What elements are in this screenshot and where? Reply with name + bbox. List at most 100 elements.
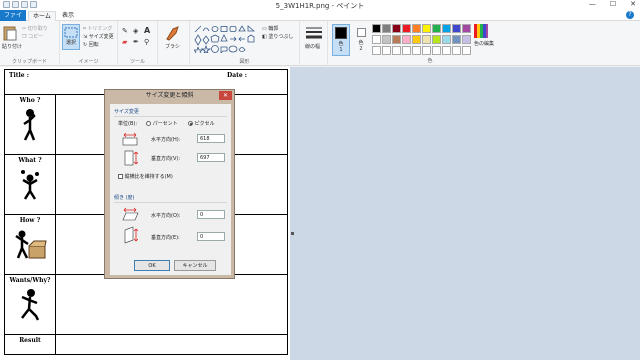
- pencil-icon[interactable]: ✎: [122, 27, 128, 35]
- color2-sub: 2: [359, 46, 363, 52]
- copy-icon: ❐: [22, 34, 27, 40]
- custom-color-slot[interactable]: [422, 46, 431, 55]
- custom-color-slot[interactable]: [392, 46, 401, 55]
- line-width-icon: [306, 27, 322, 39]
- how-label: How ?: [19, 217, 41, 224]
- help-icon[interactable]: ?: [626, 11, 634, 19]
- palette-color-swatch[interactable]: [432, 35, 441, 44]
- doc-row-who: Who ?: [4, 94, 56, 155]
- vertical-input[interactable]: 697: [197, 153, 225, 162]
- line-width-label[interactable]: 線の幅: [305, 43, 320, 50]
- edit-colors-button[interactable]: 色の編集: [474, 24, 494, 47]
- paste-label[interactable]: 貼り付け: [2, 43, 22, 50]
- shapes-gallery-icon[interactable]: [194, 25, 258, 53]
- palette-color-swatch[interactable]: [382, 24, 391, 33]
- thinking-figure-icon: [23, 109, 36, 141]
- tab-home[interactable]: ホーム: [28, 11, 56, 21]
- rotate-button[interactable]: ↻ 回転: [83, 41, 99, 48]
- brush-button[interactable]: [164, 25, 182, 41]
- copy-button[interactable]: ❐ コピー: [22, 33, 43, 40]
- text-tool-icon[interactable]: A: [144, 26, 150, 35]
- eraser-icon[interactable]: ▰: [122, 38, 127, 46]
- custom-color-slot[interactable]: [382, 46, 391, 55]
- palette-color-swatch[interactable]: [392, 24, 401, 33]
- dialog-close-button[interactable]: ✕: [219, 91, 232, 100]
- cancel-button[interactable]: キャンセル: [174, 260, 216, 271]
- palette-color-swatch[interactable]: [412, 35, 421, 44]
- palette-color-swatch[interactable]: [442, 35, 451, 44]
- palette-color-swatch[interactable]: [462, 24, 471, 33]
- palette-color-swatch[interactable]: [432, 24, 441, 33]
- magnifier-icon[interactable]: ⚲: [144, 38, 149, 46]
- doc-row-how: How ?: [4, 214, 56, 275]
- palette-color-swatch[interactable]: [382, 35, 391, 44]
- palette-color-swatch[interactable]: [412, 24, 421, 33]
- vertical-skew-icon: [124, 226, 138, 244]
- minimize-button[interactable]: —: [589, 0, 596, 8]
- percent-label: パーセント: [152, 121, 178, 127]
- palette-color-swatch[interactable]: [372, 24, 381, 33]
- skew-vertical-input[interactable]: 0: [197, 232, 225, 241]
- shape-outline-button[interactable]: ▭ 輪郭: [262, 25, 278, 32]
- brush-icon: [166, 26, 179, 41]
- fill-icon[interactable]: ◈: [133, 27, 138, 35]
- brush-label[interactable]: ブラシ: [165, 43, 180, 50]
- skew-divider: [114, 202, 227, 203]
- paste-button[interactable]: [3, 25, 17, 41]
- select-button[interactable]: 選択: [62, 24, 80, 50]
- doc-date-label: Date :: [227, 72, 247, 79]
- shapes-group: ▭ 輪郭 ◧ 塗りつぶし 図形: [190, 21, 300, 66]
- horizontal-input[interactable]: 618: [197, 134, 225, 143]
- image-group: 選択 ⌗ トリミング ⇲ サイズ変更 ↻ 回転 イメージ: [60, 21, 118, 66]
- skew-horizontal-input[interactable]: 0: [197, 210, 225, 219]
- crop-button[interactable]: ⌗ トリミング: [83, 25, 112, 32]
- custom-color-slot[interactable]: [402, 46, 411, 55]
- crop-icon: ⌗: [83, 26, 86, 32]
- palette-color-swatch[interactable]: [452, 24, 461, 33]
- skew-vertical-label: 垂直方向(E):: [151, 235, 180, 241]
- tab-file[interactable]: ファイル: [0, 10, 26, 30]
- palette-color-swatch[interactable]: [422, 35, 431, 44]
- close-window-button[interactable]: ✕: [630, 0, 636, 8]
- keep-ratio-label: 縦横比を維持する(M): [124, 174, 173, 180]
- colors-group-label: 色: [427, 58, 433, 64]
- scissors-icon: ✂: [22, 26, 27, 32]
- custom-color-slot[interactable]: [372, 46, 381, 55]
- custom-color-slot[interactable]: [452, 46, 461, 55]
- custom-color-slot[interactable]: [432, 46, 441, 55]
- running-figure-icon: [21, 289, 40, 321]
- palette-color-swatch[interactable]: [372, 35, 381, 44]
- canvas-resize-handle[interactable]: [291, 232, 294, 235]
- shape-fill-button[interactable]: ◧ 塗りつぶし: [262, 33, 293, 40]
- canvas-area[interactable]: Title : Date : Who ? What ? How ? Wants/…: [0, 67, 640, 360]
- palette-color-swatch[interactable]: [422, 24, 431, 33]
- palette-color-swatch[interactable]: [402, 24, 411, 33]
- palette-color-swatch[interactable]: [452, 35, 461, 44]
- keep-ratio-checkbox[interactable]: 縦横比を維持する(M): [118, 173, 173, 180]
- palette-color-swatch[interactable]: [402, 35, 411, 44]
- line-width-button[interactable]: [306, 26, 322, 40]
- skew-horizontal-label: 水平方向(O):: [151, 213, 181, 219]
- pixels-radio[interactable]: ピクセル: [188, 120, 215, 127]
- ok-button[interactable]: OK: [134, 260, 170, 271]
- color1-button[interactable]: 色 1: [332, 24, 350, 56]
- custom-color-slot[interactable]: [442, 46, 451, 55]
- cut-button[interactable]: ✂ 切り取り: [22, 25, 48, 32]
- keep-ratio-box: [118, 174, 123, 179]
- color2-button[interactable]: 色 2: [353, 24, 369, 56]
- color-picker-icon[interactable]: ✒: [133, 38, 139, 46]
- percent-radio[interactable]: パーセント: [146, 120, 178, 127]
- tab-view[interactable]: 表示: [58, 11, 78, 21]
- color2-swatch: [356, 28, 366, 37]
- color2-label: 色: [358, 40, 364, 46]
- maximize-button[interactable]: ☐: [610, 0, 616, 8]
- resize-icon: ⇲: [83, 34, 88, 40]
- palette-color-swatch[interactable]: [442, 24, 451, 33]
- resize-button[interactable]: ⇲ サイズ変更: [83, 33, 114, 40]
- palette-color-swatch[interactable]: [462, 35, 471, 44]
- result-label: Result: [19, 337, 41, 344]
- custom-color-slot[interactable]: [412, 46, 421, 55]
- palette-color-swatch[interactable]: [392, 35, 401, 44]
- what-label: What ?: [18, 157, 42, 164]
- custom-color-slot[interactable]: [462, 46, 471, 55]
